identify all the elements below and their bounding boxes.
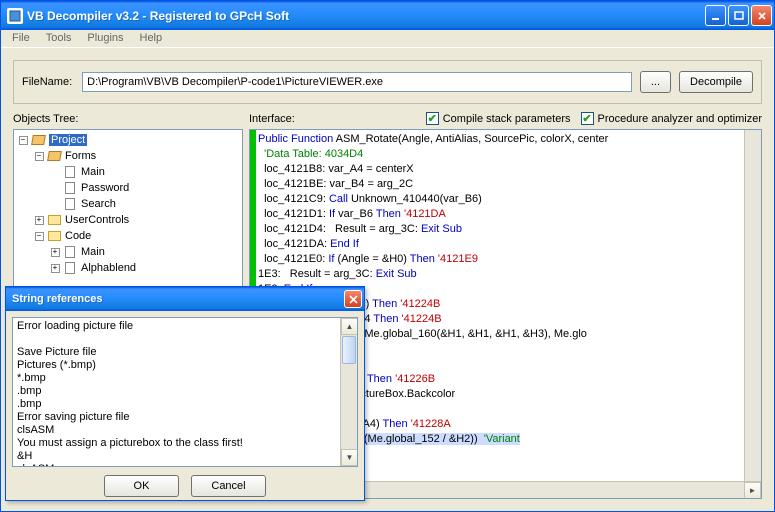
tree-usercontrols[interactable]: UserControls <box>65 214 129 226</box>
scroll-up-icon[interactable]: ▲ <box>341 318 358 335</box>
window-title: VB Decompiler v3.2 - Registered to GPcH … <box>27 9 705 23</box>
procedure-analyzer-label: Procedure analyzer and optimizer <box>598 113 762 125</box>
menubar: File Tools Plugins Help <box>1 30 774 48</box>
folder-icon <box>46 213 62 227</box>
tree-project[interactable]: Project <box>49 134 87 146</box>
titlebar[interactable]: VB Decompiler v3.2 - Registered to GPcH … <box>1 1 774 30</box>
folder-icon <box>30 133 46 147</box>
scroll-right-icon[interactable]: ► <box>744 482 761 499</box>
close-button[interactable] <box>751 5 772 26</box>
check-icon: ✔ <box>426 112 439 125</box>
list-item[interactable]: Error loading picture file <box>17 320 353 333</box>
tree-item[interactable]: Password <box>81 182 129 194</box>
tree-item[interactable]: Main <box>81 166 105 178</box>
list-item[interactable]: Error saving picture file <box>17 411 353 424</box>
tree-item[interactable]: Main <box>81 246 105 258</box>
code-vscroll[interactable] <box>744 130 761 481</box>
tree-code[interactable]: Code <box>65 230 91 242</box>
filename-input[interactable] <box>82 72 632 92</box>
dialog-title: String references <box>12 293 344 305</box>
folder-icon <box>46 149 62 163</box>
window-controls <box>705 5 772 26</box>
string-list[interactable]: Error loading picture file Save Picture … <box>12 317 358 467</box>
list-item[interactable]: Save Picture file <box>17 346 353 359</box>
app-icon <box>7 8 23 24</box>
dialog-close-button[interactable] <box>344 290 362 308</box>
menu-file[interactable]: File <box>5 30 37 47</box>
objects-tree-label: Objects Tree: <box>13 113 239 125</box>
minimize-button[interactable] <box>705 5 726 26</box>
tree-expand-icon[interactable]: − <box>35 152 44 161</box>
menu-help[interactable]: Help <box>133 30 170 47</box>
filename-label: FileName: <box>22 76 72 88</box>
tree-expand-icon[interactable]: + <box>51 264 60 273</box>
list-item[interactable]: .bmp <box>17 398 353 411</box>
compile-stack-label: Compile stack parameters <box>443 113 571 125</box>
tree-item[interactable]: Alphablend <box>81 262 136 274</box>
list-item[interactable]: .bmp <box>17 385 353 398</box>
check-icon: ✔ <box>581 112 594 125</box>
filename-group: FileName: ... Decompile <box>13 60 762 104</box>
ok-button[interactable]: OK <box>104 475 179 497</box>
menu-plugins[interactable]: Plugins <box>80 30 130 47</box>
tree-forms[interactable]: Forms <box>65 150 96 162</box>
cancel-button[interactable]: Cancel <box>191 475 266 497</box>
list-item[interactable]: You must assign a picturebox to the clas… <box>17 437 353 450</box>
list-item[interactable]: clsASM <box>17 463 353 467</box>
document-icon <box>62 197 78 211</box>
scroll-thumb[interactable] <box>342 336 356 364</box>
tree-expand-icon[interactable]: + <box>51 248 60 257</box>
menu-tools[interactable]: Tools <box>39 30 79 47</box>
decompile-button[interactable]: Decompile <box>679 71 753 93</box>
scroll-track[interactable] <box>341 365 357 449</box>
tree-expand-icon[interactable]: + <box>35 216 44 225</box>
compile-stack-checkbox[interactable]: ✔ Compile stack parameters <box>426 112 571 125</box>
tree-expand-icon[interactable]: − <box>35 232 44 241</box>
string-references-dialog[interactable]: String references Error loading picture … <box>5 286 365 501</box>
interface-label: Interface: <box>249 113 295 125</box>
scroll-down-icon[interactable]: ▼ <box>341 449 358 466</box>
list-item[interactable]: Pictures (*.bmp) <box>17 359 353 372</box>
procedure-analyzer-checkbox[interactable]: ✔ Procedure analyzer and optimizer <box>581 112 762 125</box>
labels-row: Objects Tree: Interface: ✔ Compile stack… <box>1 110 774 129</box>
browse-button[interactable]: ... <box>640 71 671 93</box>
list-vscroll[interactable]: ▲ ▼ <box>340 318 357 466</box>
document-icon <box>62 245 78 259</box>
list-item[interactable]: clsASM <box>17 424 353 437</box>
dialog-titlebar[interactable]: String references <box>6 287 364 311</box>
document-icon <box>62 261 78 275</box>
document-icon <box>62 181 78 195</box>
list-item[interactable]: *.bmp <box>17 372 353 385</box>
list-item[interactable]: &H <box>17 450 353 463</box>
dialog-buttons: OK Cancel <box>6 473 364 503</box>
maximize-button[interactable] <box>728 5 749 26</box>
tree-expand-icon[interactable]: − <box>19 136 28 145</box>
tree-item[interactable]: Search <box>81 198 116 210</box>
folder-icon <box>46 229 62 243</box>
list-item[interactable] <box>17 333 353 346</box>
document-icon <box>62 165 78 179</box>
